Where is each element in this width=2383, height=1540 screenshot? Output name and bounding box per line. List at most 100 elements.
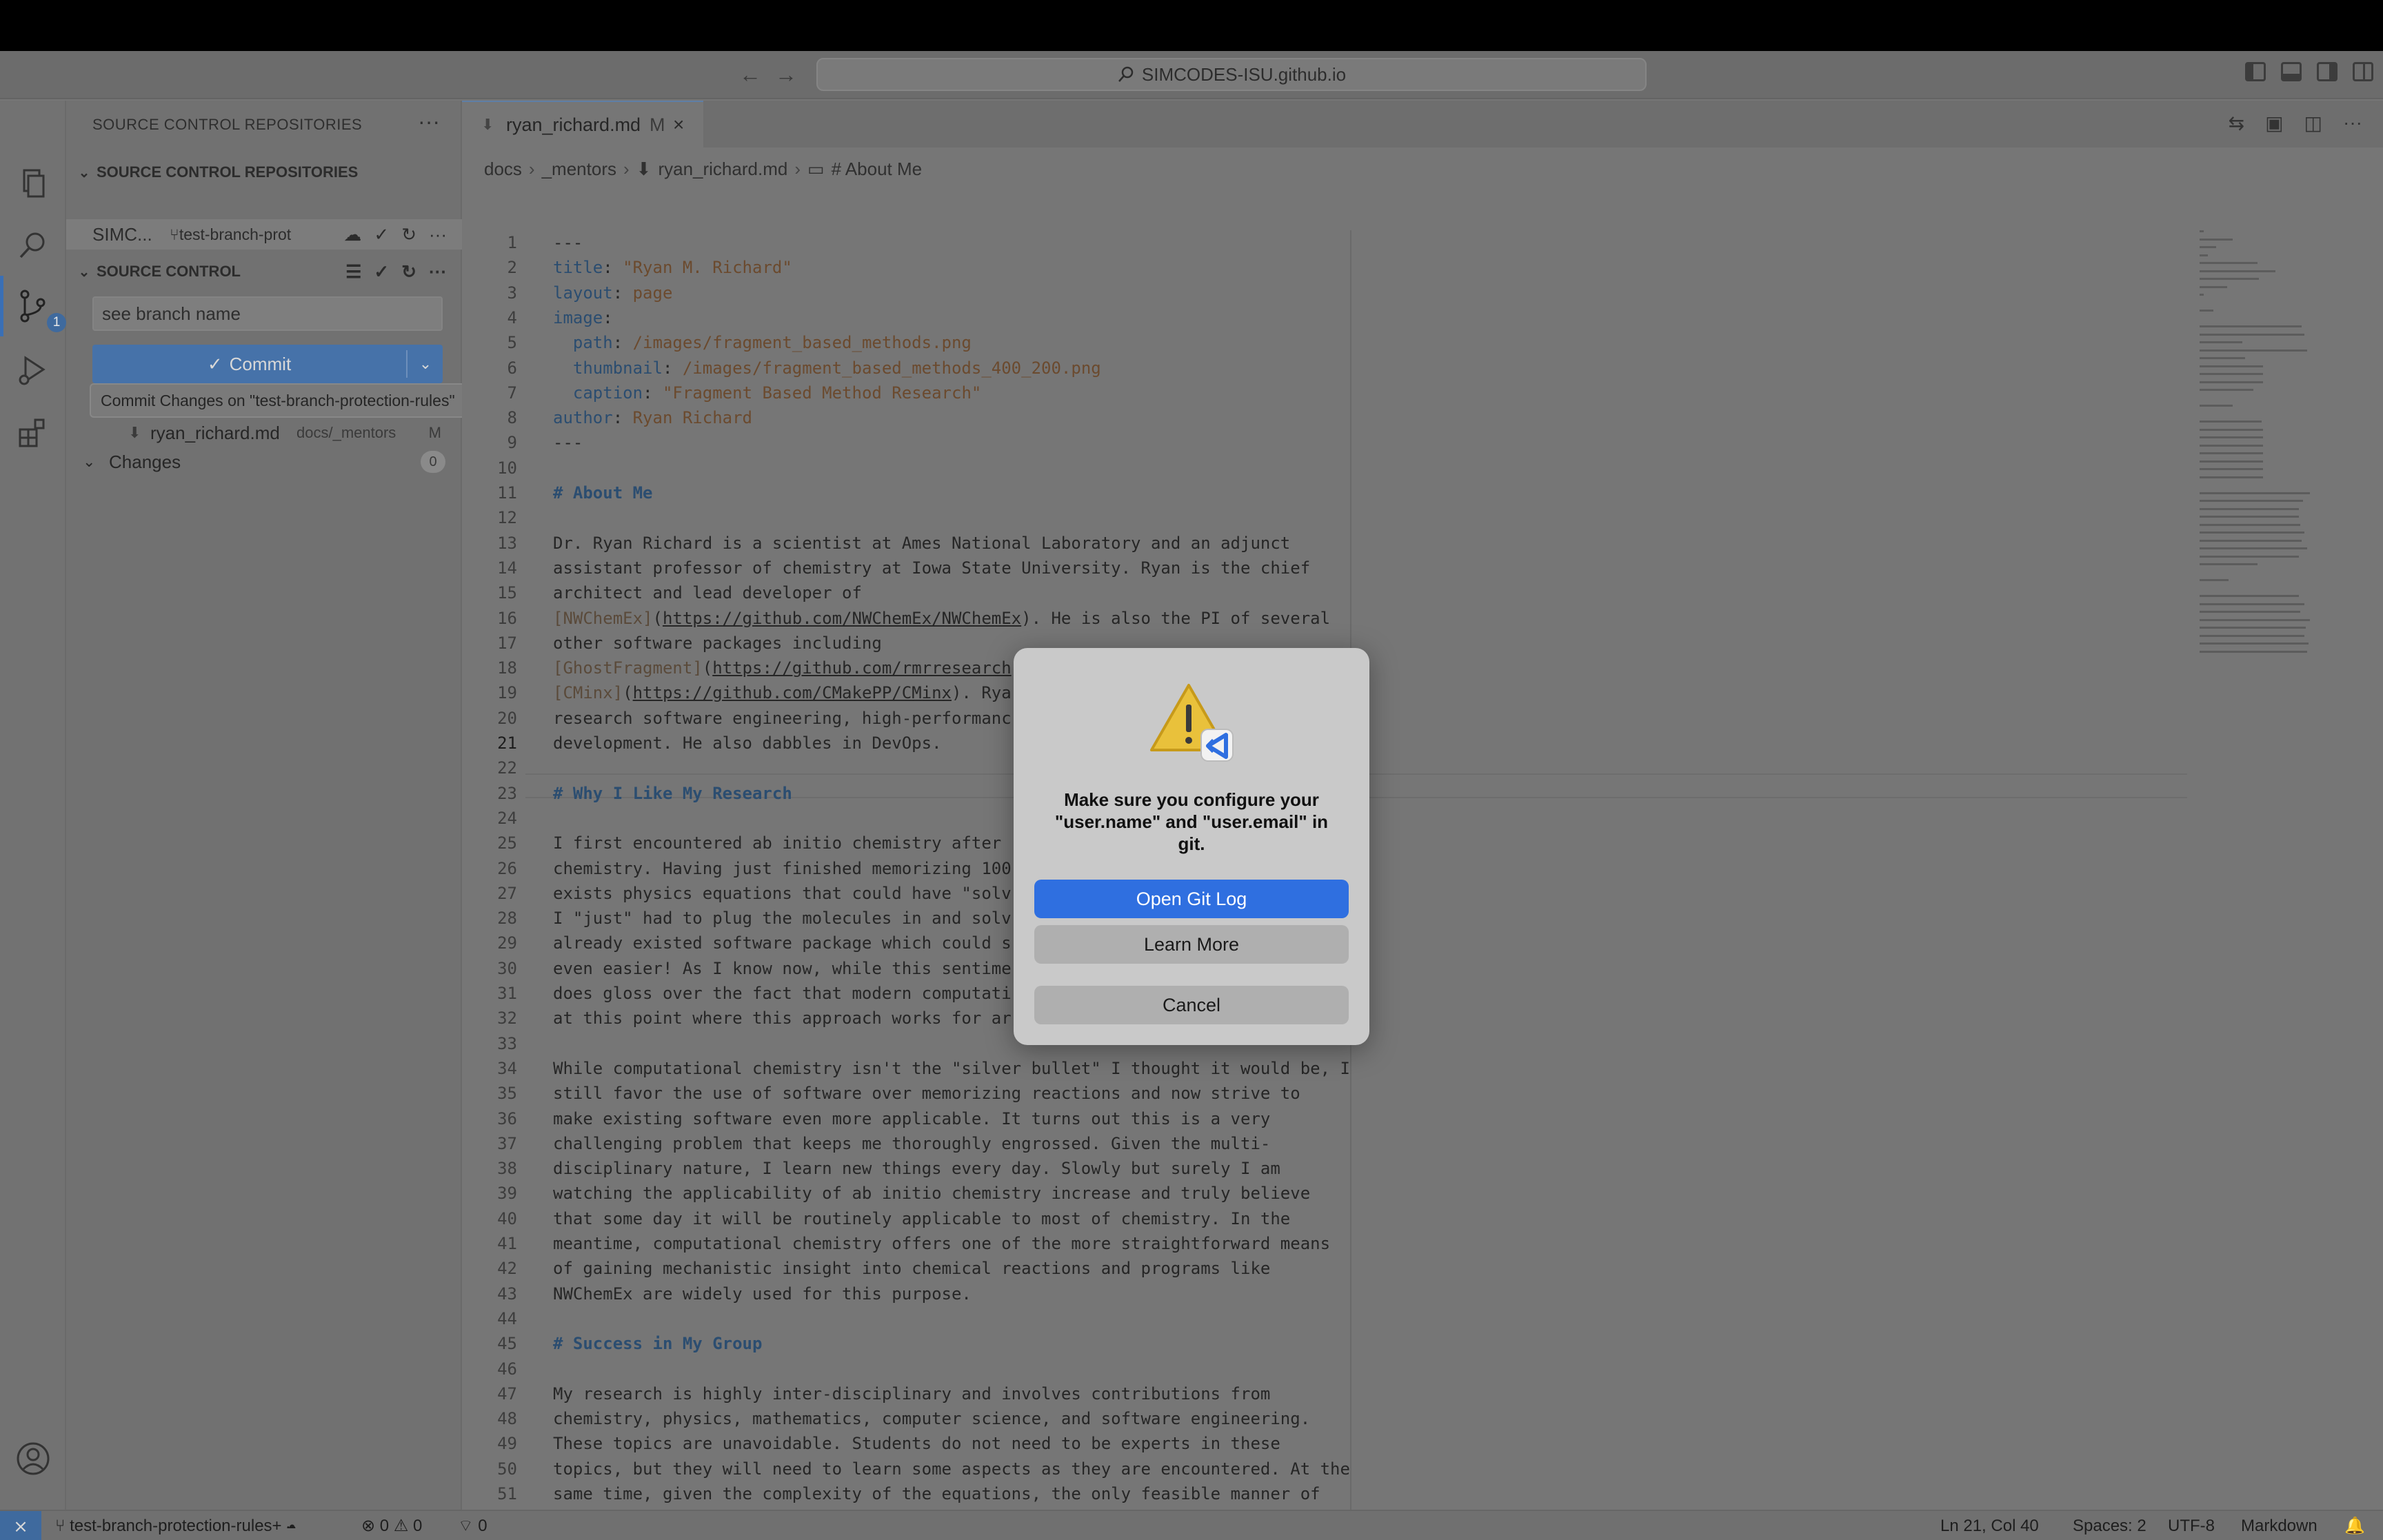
code-line[interactable]: 42 of gaining mechanistic insight into ch… [462,1256,1358,1281]
line-number: 30 [497,958,517,978]
line-text: make existing software even more applica… [553,1108,1271,1128]
minimap-line [2200,650,2307,653]
sidebar-more-icon[interactable]: ··· [418,109,440,134]
code-line[interactable]: 14 assistant professor of chemistry at Io… [462,556,1358,580]
toggle-panel-icon[interactable] [2281,62,2302,81]
repository-branch[interactable]: ⑂test-branch-prot [170,225,291,244]
code-line[interactable]: 37 challenging problem that keeps me thor… [462,1131,1358,1156]
command-center[interactable]: SIMCODES-ISU.github.io [816,58,1647,91]
breadcrumb-item[interactable]: ryan_richard.md [658,159,787,180]
code-line[interactable]: 47 My research is highly inter-disciplina… [462,1381,1358,1406]
code-line[interactable]: 13 Dr. Ryan Richard is a scientist at Ame… [462,531,1358,556]
code-line[interactable]: 45 # Success in My Group [462,1331,1358,1356]
indentation-status[interactable]: Spaces: 2 [2073,1511,2146,1540]
commit-check-icon[interactable]: ✓ [374,224,389,245]
line-text: I first encountered ab initio chemistry … [553,833,1002,853]
repository-more-icon[interactable]: ··· [429,224,447,245]
staged-file-row[interactable]: ⬇ ryan_richard.md docs/_mentors M [66,418,462,448]
code-line[interactable]: 51 same time, given the complexity of the… [462,1481,1358,1506]
encoding-status[interactable]: UTF-8 [2168,1511,2215,1540]
split-editor-icon[interactable]: ◫ [2304,112,2322,134]
back-arrow-icon[interactable]: ← [736,61,764,88]
section-more-icon[interactable]: ··· [429,261,447,283]
cancel-button[interactable]: Cancel [1034,986,1349,1024]
source-control-section-header[interactable]: ⌄ SOURCE CONTROL ☰ ✓ ↻ ··· [66,258,462,285]
code-line[interactable]: 41 meantime, computational chemistry offe… [462,1231,1358,1256]
repository-row[interactable]: SIMC... ⑂test-branch-prot ☁ ✓ ↻ ··· [66,219,462,250]
line-number: 24 [497,808,517,828]
code-line[interactable]: 44 [462,1306,1358,1331]
code-line[interactable]: 4 image: [462,305,1358,330]
code-line[interactable]: 9 --- [462,430,1358,455]
branch-status[interactable]: ⑂ test-branch-protection-rules+ ☁ [55,1511,296,1540]
editor-more-icon[interactable]: ··· [2343,112,2362,134]
breadcrumb-item[interactable]: _mentors [542,159,616,180]
tab-ryan-richard-md[interactable]: ⬇ ryan_richard.md M × [462,101,703,148]
language-mode[interactable]: Markdown [2241,1511,2317,1540]
code-line[interactable]: 7 caption: "Fragment Based Method Resear… [462,381,1358,405]
commit-button-main[interactable]: ✓ Commit [92,345,406,383]
account-icon[interactable] [12,1438,54,1479]
changes-group-row[interactable]: ⌄ Changes 0 [66,447,462,477]
learn-more-button[interactable]: Learn More [1034,925,1349,964]
code-line[interactable]: 35 still favor the use of software over m… [462,1081,1358,1106]
publish-cloud-icon[interactable]: ☁ [343,224,361,245]
code-line[interactable]: 46 [462,1357,1358,1381]
source-control-icon[interactable]: 1 [12,285,66,332]
open-preview-icon[interactable]: ▣ [2265,112,2283,134]
code-line[interactable]: 10 [462,456,1358,480]
code-line[interactable]: 1 --- [462,230,1358,255]
problems-status[interactable]: ⊗ 0 ⚠ 0 [361,1511,422,1540]
code-line[interactable]: 6 thumbnail: /images/fragment_based_meth… [462,356,1358,381]
remote-indicator-icon[interactable]: ⨯ [0,1511,41,1540]
code-line[interactable]: 12 [462,505,1358,530]
forward-arrow-icon[interactable]: → [772,61,800,88]
code-line[interactable]: 49 These topics are unavoidable. Students… [462,1431,1358,1456]
line-number: 49 [497,1434,517,1454]
commit-message-input[interactable]: see branch name [92,296,443,331]
close-icon[interactable]: × [673,114,684,136]
code-line[interactable]: 8 author: Ryan Richard [462,405,1358,430]
minimap[interactable] [2200,230,2379,678]
breadcrumb-item[interactable]: docs [484,159,522,180]
code-line[interactable]: 50 topics, but they will need to learn so… [462,1457,1358,1481]
refresh-icon[interactable]: ↻ [401,224,416,245]
code-line[interactable]: 3 layout: page [462,281,1358,305]
code-line[interactable]: 40 that some day it will be routinely app… [462,1206,1358,1231]
view-as-list-icon[interactable]: ☰ [345,261,361,283]
line-number: 29 [497,933,517,953]
code-line[interactable]: 38 disciplinary nature, I learn new thing… [462,1156,1358,1181]
open-git-log-button[interactable]: Open Git Log [1034,880,1349,918]
cursor-position[interactable]: Ln 21, Col 40 [1940,1511,2039,1540]
code-line[interactable]: 43 NWChemEx are widely used for this purp… [462,1281,1358,1306]
code-line[interactable]: 39 watching the applicability of ab initi… [462,1181,1358,1206]
commit-options-chevron-icon[interactable]: ⌄ [408,345,443,383]
code-line[interactable]: 2 title: "Ryan M. Richard" [462,255,1358,280]
line-text: disciplinary nature, I learn new things … [553,1159,1280,1179]
line-text: --- [553,433,583,453]
code-line[interactable]: 5 path: /images/fragment_based_methods.p… [462,330,1358,355]
breadcrumb-item[interactable]: # About Me [832,159,923,180]
refresh-icon[interactable]: ↻ [401,261,416,283]
toggle-secondary-sidebar-icon[interactable] [2317,62,2337,81]
repositories-section-header[interactable]: ⌄ SOURCE CONTROL REPOSITORIES [66,159,462,186]
run-debug-icon[interactable] [12,349,54,390]
customize-layout-icon[interactable] [2353,62,2373,81]
notifications-bell-icon[interactable]: 🔔 [2344,1511,2365,1540]
open-changes-icon[interactable]: ⇆ [2229,112,2244,134]
code-line[interactable]: 36 make existing software even more appli… [462,1106,1358,1131]
code-line[interactable]: 48 chemistry, physics, mathematics, compu… [462,1406,1358,1431]
commit-check-icon[interactable]: ✓ [374,261,389,283]
code-line[interactable]: 34 While computational chemistry isn't th… [462,1056,1358,1081]
code-line[interactable]: 15 architect and lead developer of [462,580,1358,605]
commit-button[interactable]: ✓ Commit ⌄ [92,345,443,383]
search-icon[interactable] [12,225,54,266]
code-line[interactable]: 11 # About Me [462,480,1358,505]
minimap-line [2200,254,2208,256]
code-line[interactable]: 16 [NWChemEx](https://github.com/NWChemEx… [462,606,1358,631]
activity-bar: 1 [0,101,66,1540]
extensions-icon[interactable] [12,412,54,454]
explorer-icon[interactable] [12,163,54,204]
ports-status[interactable]: ⌔ 0 [458,1511,487,1540]
toggle-primary-sidebar-icon[interactable] [2245,62,2266,81]
